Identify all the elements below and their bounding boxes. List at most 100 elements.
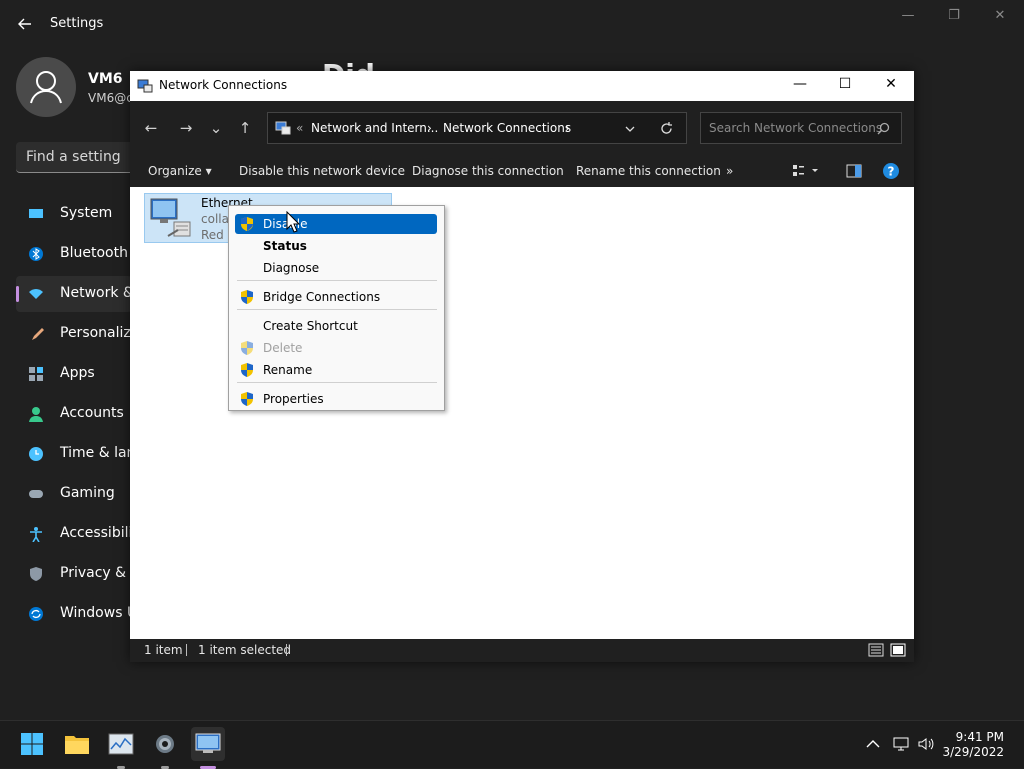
- uac-shield-icon: [241, 363, 253, 377]
- minimize-button[interactable]: —: [785, 76, 815, 96]
- forward-button[interactable]: →: [175, 117, 197, 139]
- sidebar-item-label: Gaming: [60, 485, 115, 501]
- menu-item-create-shortcut[interactable]: Create Shortcut: [235, 316, 437, 336]
- bluetooth-icon: [29, 247, 43, 261]
- rename-connection-button[interactable]: Rename this connection: [576, 164, 721, 178]
- context-menu: Disable Status Diagnose Bridge Connectio…: [228, 205, 445, 411]
- menu-item-label: Create Shortcut: [263, 319, 358, 333]
- apps-icon: [29, 367, 43, 381]
- gamepad-icon: [29, 490, 43, 498]
- title-bar[interactable]: Network Connections — ☐ ✕: [130, 71, 914, 101]
- svg-text:?: ?: [888, 165, 895, 179]
- recent-locations-button[interactable]: ⌄: [205, 117, 227, 139]
- mouse-cursor-icon: [286, 211, 300, 233]
- settings-minimize-button[interactable]: —: [898, 8, 918, 24]
- user-name: VM6: [88, 71, 123, 87]
- menu-item-rename[interactable]: Rename: [235, 360, 437, 380]
- show-hidden-icons-button[interactable]: [864, 735, 882, 753]
- change-view-icon[interactable]: [792, 164, 820, 178]
- network-folder-icon: [275, 121, 291, 135]
- sidebar-item-privacy[interactable]: Privacy & se: [16, 556, 146, 592]
- settings-close-button[interactable]: ✕: [990, 8, 1010, 24]
- sidebar-item-apps[interactable]: Apps: [16, 356, 132, 392]
- sidebar-item-accessibility[interactable]: Accessibilit: [16, 516, 138, 552]
- command-bar: Organize ▾ Disable this network device D…: [130, 155, 914, 187]
- settings-taskbar-button[interactable]: [148, 727, 182, 769]
- settings-maximize-button[interactable]: ❐: [944, 8, 964, 24]
- gear-icon: [156, 735, 174, 753]
- person-icon: [29, 407, 43, 422]
- close-button[interactable]: ✕: [876, 76, 906, 96]
- menu-separator: [237, 382, 437, 383]
- menu-item-label: Status: [263, 239, 307, 253]
- breadcrumb-separator-2[interactable]: ›: [565, 121, 570, 135]
- chevron-down-icon[interactable]: [624, 123, 636, 135]
- up-button[interactable]: ↑: [234, 117, 256, 139]
- breadcrumb-overflow[interactable]: «: [296, 121, 303, 135]
- details-view-icon[interactable]: [868, 643, 884, 657]
- sidebar-item-label: Accessibilit: [60, 525, 138, 541]
- active-indicator: [16, 286, 19, 302]
- sidebar-item-time-language[interactable]: Time & lang: [16, 436, 144, 472]
- chevron-up-icon: [866, 740, 880, 748]
- window-title: Network Connections: [159, 78, 288, 92]
- more-commands-button[interactable]: »: [726, 164, 733, 178]
- system-clock[interactable]: 9:41 PM 3/29/2022: [942, 730, 1004, 760]
- volume-tray-icon[interactable]: [917, 735, 935, 753]
- sidebar-item-label: System: [60, 205, 113, 221]
- search-icon: [877, 122, 890, 135]
- back-arrow-icon[interactable]: [16, 15, 34, 33]
- menu-separator: [237, 309, 437, 310]
- breadcrumb-separator[interactable]: ›: [427, 121, 432, 135]
- breadcrumb-network-connections[interactable]: Network Connections: [443, 121, 571, 135]
- search-input[interactable]: Search Network Connections: [700, 112, 902, 144]
- sidebar-item-windows-update[interactable]: Windows U: [16, 596, 137, 632]
- find-setting-input[interactable]: Find a setting: [16, 142, 136, 173]
- clock-globe-icon: [29, 447, 43, 461]
- diagnose-connection-button[interactable]: Diagnose this connection: [412, 164, 564, 178]
- task-manager-taskbar-button[interactable]: [104, 727, 138, 769]
- monitor-icon: [29, 209, 43, 218]
- settings-title: Settings: [50, 16, 104, 31]
- refresh-icon[interactable]: [659, 121, 674, 136]
- brush-icon: [32, 328, 44, 340]
- avatar[interactable]: [16, 57, 76, 117]
- shield-icon: [30, 567, 42, 581]
- sidebar-item-accounts[interactable]: Accounts: [16, 396, 132, 432]
- sidebar-item-personalization[interactable]: Personaliza: [16, 316, 139, 352]
- menu-item-status[interactable]: Status: [235, 236, 437, 256]
- back-button[interactable]: ←: [140, 117, 162, 139]
- item-count: 1 item: [144, 643, 183, 657]
- organize-button[interactable]: Organize ▾: [148, 164, 212, 178]
- clock-time: 9:41 PM: [955, 730, 1004, 744]
- menu-item-properties[interactable]: Properties: [235, 389, 437, 409]
- network-adapter-icon: [150, 198, 191, 237]
- menu-item-disable[interactable]: Disable: [235, 214, 437, 234]
- status-divider: [286, 644, 287, 656]
- start-button[interactable]: [15, 727, 49, 761]
- menu-item-label: Bridge Connections: [263, 290, 381, 304]
- sidebar-item-bluetooth[interactable]: Bluetooth &: [16, 236, 143, 272]
- sidebar-item-gaming[interactable]: Gaming: [16, 476, 132, 512]
- preview-pane-icon[interactable]: [846, 164, 862, 178]
- disable-device-button[interactable]: Disable this network device: [239, 164, 405, 178]
- folder-icon: [65, 736, 89, 754]
- accessibility-icon: [30, 527, 42, 542]
- network-tray-icon[interactable]: [892, 735, 910, 753]
- menu-item-bridge-connections[interactable]: Bridge Connections: [235, 287, 437, 307]
- uac-shield-icon: [241, 341, 253, 355]
- address-bar[interactable]: « Network and Intern... › Network Connec…: [267, 112, 687, 144]
- file-explorer-taskbar-button[interactable]: [60, 727, 94, 761]
- network-connections-taskbar-button[interactable]: [191, 727, 225, 769]
- help-icon[interactable]: ?: [882, 162, 900, 180]
- sidebar-item-system[interactable]: System: [16, 196, 132, 232]
- menu-item-delete: Delete: [235, 338, 437, 358]
- menu-item-label: Diagnose: [263, 261, 320, 275]
- sidebar-item-label: Personaliza: [60, 325, 140, 341]
- maximize-button[interactable]: ☐: [830, 76, 860, 96]
- sidebar-item-network[interactable]: Network &: [16, 276, 134, 312]
- menu-item-diagnose[interactable]: Diagnose: [235, 258, 437, 278]
- breadcrumb-network-internet[interactable]: Network and Intern...: [311, 121, 438, 135]
- user-icon: [30, 71, 62, 104]
- large-icons-view-icon[interactable]: [890, 643, 906, 657]
